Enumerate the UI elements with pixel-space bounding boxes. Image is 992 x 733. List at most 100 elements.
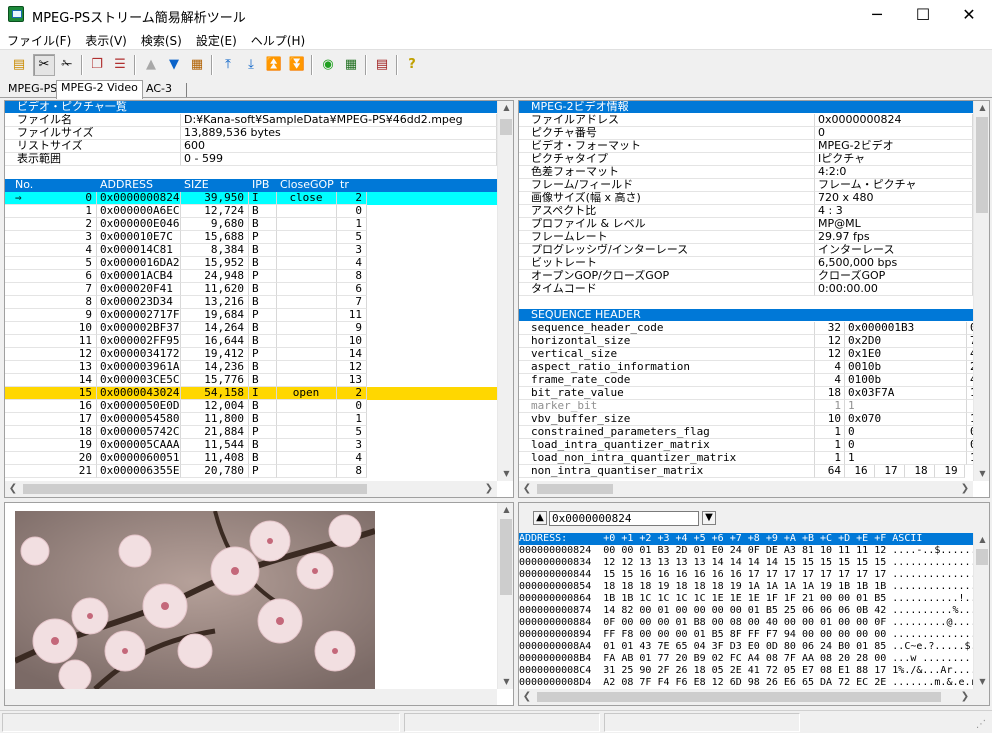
menu-help[interactable]: ヘルプ(H) <box>244 30 312 51</box>
scroll-up-arrow-icon[interactable]: ▲ <box>498 503 513 517</box>
first-icon[interactable]: ⤒ <box>217 54 239 76</box>
scroll-thumb[interactable] <box>23 484 367 494</box>
prev-i-icon[interactable]: ⏫ <box>263 54 285 76</box>
preview-vscroll[interactable]: ▲ ▼ <box>497 503 513 689</box>
table-row[interactable]: 7 0x000020F41 11,620 B 6 <box>5 283 497 296</box>
maximize-button[interactable]: ☐ <box>900 0 946 30</box>
scroll-thumb[interactable] <box>976 549 988 565</box>
field-bits: 32 <box>815 322 845 335</box>
scroll-thumb[interactable] <box>537 692 941 702</box>
scroll-up-arrow-icon[interactable]: ▲ <box>974 533 989 547</box>
scroll-left-arrow-icon[interactable]: ❮ <box>519 481 535 497</box>
hex-address-input[interactable] <box>549 511 699 526</box>
row-closegop: close <box>277 192 337 205</box>
table-row[interactable]: 18 0x000005742C 21,884 P 5 <box>5 426 497 439</box>
scroll-down-arrow-icon[interactable]: ▼ <box>498 675 513 689</box>
scroll-left-arrow-icon[interactable]: ❮ <box>519 689 535 705</box>
table-row[interactable]: 20 0x0000060051 11,408 B 4 <box>5 452 497 465</box>
menu-search[interactable]: 検索(S) <box>134 30 189 51</box>
table-row[interactable]: 3 0x000010E7C 15,688 P 5 <box>5 231 497 244</box>
scroll-up-arrow-icon[interactable]: ▲ <box>498 101 513 115</box>
col-address[interactable]: ADDRESS <box>97 179 181 192</box>
arrow-down-icon[interactable]: ▼ <box>163 54 185 76</box>
hex-hscroll[interactable]: ❮ ❯ <box>519 689 973 705</box>
hex-vscroll[interactable]: ▲ ▼ <box>973 533 989 689</box>
copy-icon[interactable]: ❐ <box>86 54 108 76</box>
picture-list-vscroll[interactable]: ▲ ▼ <box>497 101 513 481</box>
report-icon[interactable]: ▤ <box>371 54 393 76</box>
table-row[interactable]: 5 0x0000016DA2 15,952 B 4 <box>5 257 497 270</box>
table-row[interactable]: 1 0x000000A6EC 12,724 B 0 <box>5 205 497 218</box>
col-tr[interactable]: tr <box>337 179 367 192</box>
table-row[interactable]: 21 0x000006355E 20,780 P 8 <box>5 465 497 478</box>
menu-settings[interactable]: 設定(E) <box>189 30 244 51</box>
hex-next-button[interactable]: ▼ <box>702 511 716 525</box>
table-row[interactable]: 9 0x000002717F 19,684 P 11 <box>5 309 497 322</box>
last-icon[interactable]: ⤓ <box>240 54 262 76</box>
field-bits: 12 <box>815 348 845 361</box>
minimize-button[interactable]: ─ <box>854 0 900 30</box>
table-row[interactable]: 19 0x000005CAAA 11,544 B 3 <box>5 439 497 452</box>
col-ipb[interactable]: IPB <box>249 179 277 192</box>
tab-ac3[interactable]: AC-3 <box>142 82 176 98</box>
tab-mpeg2-video[interactable]: MPEG-2 Video <box>56 80 143 99</box>
field-bits: 12 <box>815 335 845 348</box>
arrow-up-icon[interactable]: ▲ <box>140 54 162 76</box>
open-folder-icon[interactable]: ▤ <box>8 54 30 76</box>
table-icon[interactable]: ▦ <box>340 54 362 76</box>
next-i-icon[interactable]: ⏬ <box>286 54 308 76</box>
resize-grip-icon[interactable]: ⋰ <box>976 719 986 730</box>
goto-icon[interactable]: ◉ <box>317 54 339 76</box>
scroll-right-arrow-icon[interactable]: ❯ <box>957 689 973 705</box>
row-closegop <box>277 244 337 257</box>
table-row[interactable]: 4 0x000014C81 8,384 B 3 <box>5 244 497 257</box>
scroll-thumb[interactable] <box>500 519 512 595</box>
table-row[interactable]: ⇒ 0 0x0000000824 39,950 Iclose 2 <box>5 192 497 205</box>
col-size[interactable]: SIZE <box>181 179 249 192</box>
close-button[interactable]: ✕ <box>946 0 992 30</box>
scroll-right-arrow-icon[interactable]: ❯ <box>481 481 497 497</box>
video-info-label: ピクチャタイプ <box>519 153 815 166</box>
menu-file[interactable]: ファイル(F) <box>0 30 78 51</box>
scroll-down-arrow-icon[interactable]: ▼ <box>974 675 989 689</box>
scroll-down-arrow-icon[interactable]: ▼ <box>974 467 989 481</box>
help-icon[interactable]: ? <box>401 54 423 76</box>
scroll-down-arrow-icon[interactable]: ▼ <box>498 467 513 481</box>
table-row[interactable]: 17 0x0000054580 11,800 B 1 <box>5 413 497 426</box>
scroll-right-arrow-icon[interactable]: ❯ <box>957 481 973 497</box>
scroll-thumb[interactable] <box>500 119 512 135</box>
scroll-left-arrow-icon[interactable]: ❮ <box>5 481 21 497</box>
menu-view[interactable]: 表示(V) <box>78 30 134 51</box>
hex-dump[interactable]: 000000000824 00 00 01 B3 2D 01 E0 24 0F … <box>519 545 973 689</box>
col-closegop[interactable]: CloseGOP <box>277 179 337 192</box>
table-row[interactable]: 15 0x0000043024 54,158 Iopen 2 <box>5 387 497 400</box>
row-no: 19 <box>5 439 97 452</box>
list-icon[interactable]: ☰ <box>109 54 131 76</box>
scroll-thumb[interactable] <box>976 117 988 213</box>
table-row[interactable]: 12 0x0000034172 19,412 P 14 <box>5 348 497 361</box>
table-row[interactable]: 2 0x000000E046 9,680 B 1 <box>5 218 497 231</box>
cut-tool-icon[interactable]: ✂ <box>33 54 55 76</box>
table-row[interactable]: 13 0x000003961A 14,236 B 12 <box>5 361 497 374</box>
video-info-vscroll[interactable]: ▲ ▼ <box>973 101 989 481</box>
table-row[interactable]: 11 0x000002FF95 16,644 B 10 <box>5 335 497 348</box>
video-info-hscroll[interactable]: ❮ ❯ <box>519 481 973 497</box>
scissors-icon[interactable]: ✁ <box>56 54 78 76</box>
table-row[interactable]: 10 0x000002BF37 14,264 B 9 <box>5 322 497 335</box>
table-row[interactable]: 6 0x00001ACB4 24,948 P 8 <box>5 270 497 283</box>
jump-icon[interactable]: ▦ <box>186 54 208 76</box>
row-no: 8 <box>5 296 97 309</box>
table-row[interactable]: 14 0x000003CE5C 15,776 B 13 <box>5 374 497 387</box>
scroll-up-arrow-icon[interactable]: ▲ <box>974 101 989 115</box>
hex-prev-button[interactable]: ▲ <box>533 511 547 525</box>
tab-mpeg-ps[interactable]: MPEG-PS <box>4 82 61 98</box>
scroll-thumb[interactable] <box>537 484 613 494</box>
table-row[interactable]: 8 0x000023D34 13,216 B 7 <box>5 296 497 309</box>
sequence-header-title: SEQUENCE HEADER <box>519 309 973 321</box>
row-ipb: P <box>249 309 277 322</box>
row-size: 39,950 <box>181 192 249 205</box>
table-row[interactable]: 16 0x0000050E0D 12,004 B 0 <box>5 400 497 413</box>
picture-list-hscroll[interactable]: ❮ ❯ <box>5 481 497 497</box>
preview-hscroll[interactable] <box>5 689 497 705</box>
info-row: 表示範囲 0 - 599 <box>5 153 497 166</box>
